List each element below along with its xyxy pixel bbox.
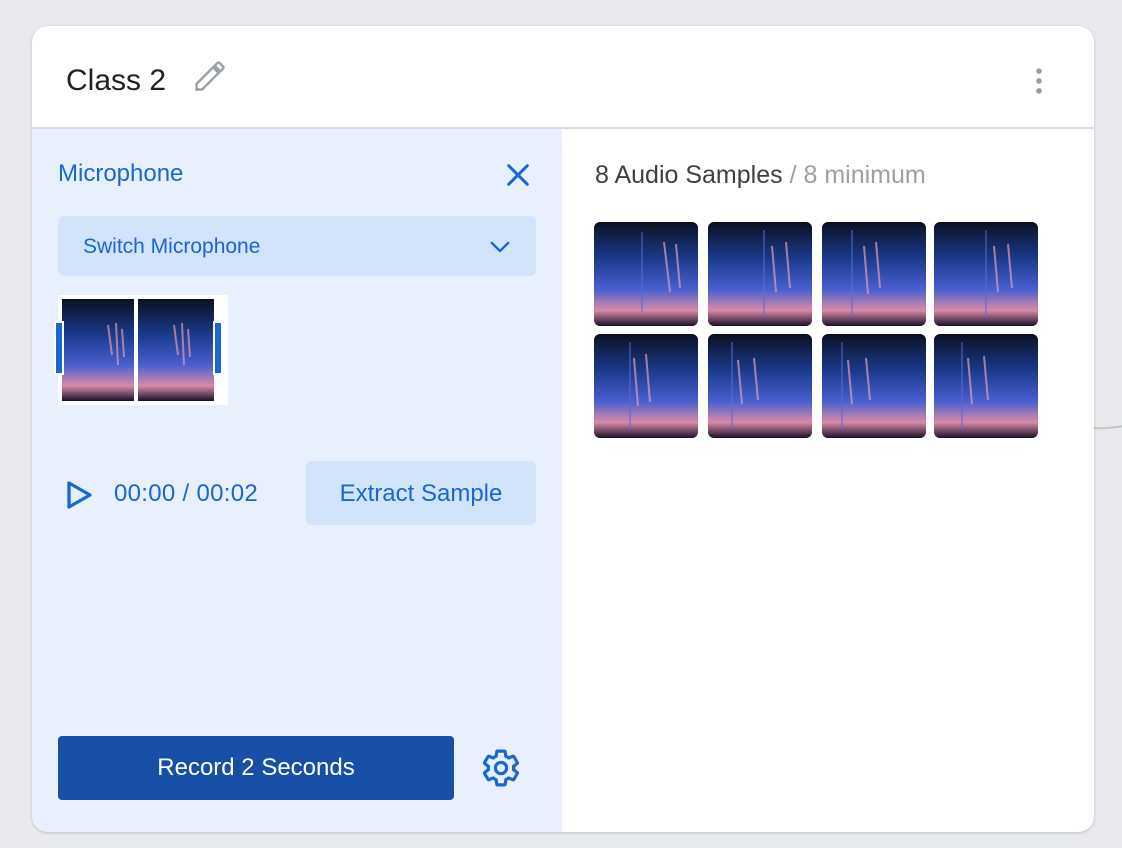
trim-handle-left[interactable] (54, 321, 64, 375)
samples-header: 8 Audio Samples / 8 minimum (595, 160, 926, 190)
record-button[interactable]: Record 2 Seconds (58, 736, 454, 800)
class-card: Class 2 Microphone Switch Microphone 00:… (32, 26, 1094, 832)
audio-sample-thumbnail[interactable] (822, 334, 926, 438)
samples-grid (594, 222, 1044, 442)
current-time: 00:00 (114, 480, 176, 507)
samples-separator: / (789, 161, 797, 189)
playback-time: 00:00 / 00:02 (114, 479, 258, 509)
samples-panel: 8 Audio Samples / 8 minimum (562, 129, 1094, 832)
total-time: 00:02 (196, 480, 259, 507)
extract-sample-label: Extract Sample (339, 480, 503, 507)
audio-sample-thumbnail[interactable] (934, 334, 1038, 438)
samples-count: 8 Audio Samples (595, 161, 783, 189)
audio-sample-thumbnail[interactable] (822, 222, 926, 326)
connector-line (1094, 425, 1122, 430)
class-title: Class 2 (66, 64, 167, 97)
samples-minimum: 8 minimum (803, 161, 926, 189)
card-header: Class 2 (32, 26, 1094, 129)
audio-sample-thumbnail[interactable] (708, 334, 812, 438)
switch-microphone-dropdown[interactable]: Switch Microphone (58, 216, 536, 276)
microphone-label: Microphone (58, 160, 184, 187)
more-vert-icon[interactable] (1022, 64, 1056, 98)
recording-spectrogram (54, 295, 228, 405)
audio-sample-thumbnail[interactable] (708, 222, 812, 326)
gear-icon[interactable] (480, 747, 522, 789)
trim-handle-right[interactable] (213, 321, 223, 375)
audio-sample-thumbnail[interactable] (594, 334, 698, 438)
microphone-panel: Microphone Switch Microphone 00:00 / 00:… (32, 129, 562, 832)
pencil-icon[interactable] (192, 58, 228, 94)
switch-microphone-label: Switch Microphone (83, 235, 261, 258)
record-button-label: Record 2 Seconds (157, 754, 355, 781)
time-separator: / (182, 480, 190, 507)
extract-sample-button[interactable]: Extract Sample (306, 461, 536, 525)
play-icon[interactable] (60, 477, 96, 513)
audio-sample-thumbnail[interactable] (934, 222, 1038, 326)
audio-sample-thumbnail[interactable] (594, 222, 698, 326)
chevron-down-icon (490, 241, 510, 253)
close-icon[interactable] (502, 159, 534, 191)
